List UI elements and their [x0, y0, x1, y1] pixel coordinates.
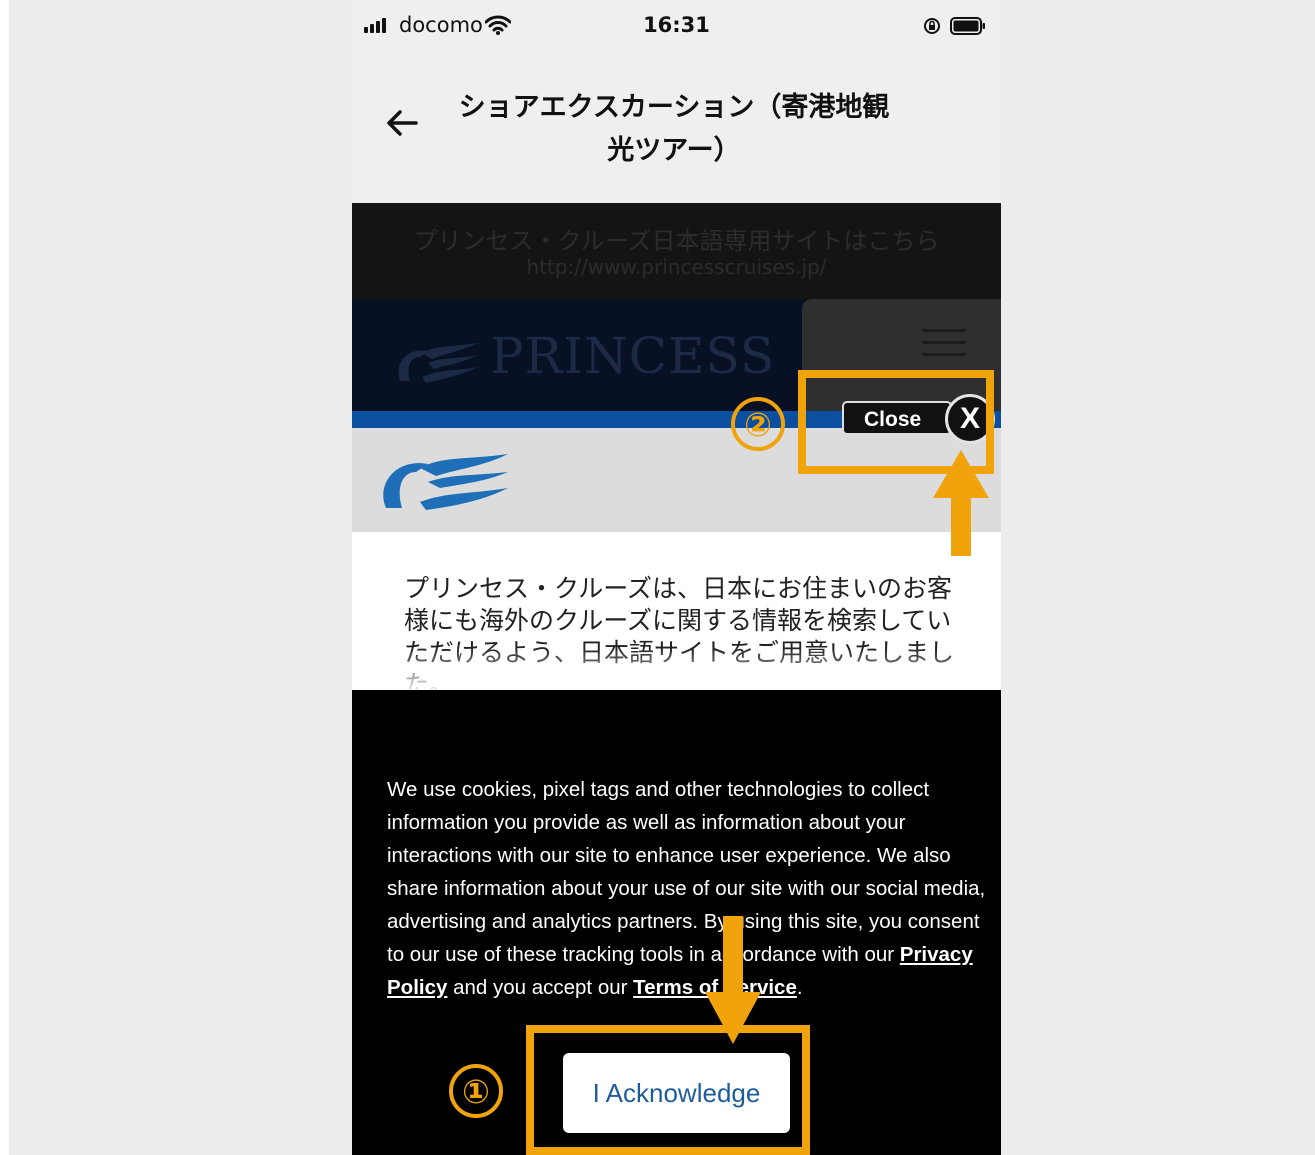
status-bar: docomo 16:31: [352, 0, 1001, 52]
japanese-site-text: プリンセス・クルーズ日本語専用サイトはこちら: [413, 227, 940, 255]
page-title-line2: 光ツアー）: [607, 135, 741, 166]
step1-highlight-box: [526, 1025, 810, 1155]
japanese-site-url[interactable]: http://www.princesscruises.jp/: [352, 255, 1001, 279]
step2-arrow-icon: [933, 450, 989, 556]
content-fade: [352, 648, 1001, 693]
hamburger-menu-icon[interactable]: [922, 329, 966, 365]
phone-screen: docomo 16:31 ショアエクスカーション（寄港地観 光ツアー） プリンセ…: [352, 0, 1001, 1155]
cookie-text-part1: We use cookies, pixel tags and other tec…: [387, 778, 986, 966]
battery-icon: [950, 17, 985, 35]
page-title-line1: ショアエクスカーション（寄港地観: [458, 92, 890, 123]
back-arrow-icon[interactable]: [384, 105, 420, 141]
rotation-lock-icon: [924, 18, 940, 34]
cookie-text-part3: .: [796, 976, 803, 999]
screenshot-background: docomo 16:31 ショアエクスカーション（寄港地観 光ツアー） プリンセ…: [9, 0, 1315, 1155]
japanese-site-banner[interactable]: プリンセス・クルーズ日本語専用サイトはこちら http://www.prince…: [352, 203, 1001, 299]
cookie-text-part2: and you accept our: [447, 976, 634, 999]
princess-brand-logo[interactable]: PRINCESS: [490, 327, 775, 385]
cookie-message: We use cookies, pixel tags and other tec…: [387, 773, 987, 1004]
status-time: 16:31: [643, 13, 710, 37]
web-content: プリンセス・クルーズ日本語専用サイトはこちら http://www.prince…: [352, 203, 1001, 1155]
princess-wave-logo-icon: [398, 343, 478, 383]
step1-number-badge: ①: [449, 1064, 503, 1118]
princess-seawitch-logo-icon: [383, 454, 508, 510]
step2-number-badge: ②: [731, 397, 785, 451]
step1-arrow-icon: [705, 916, 761, 1044]
page-title: ショアエクスカーション（寄港地観 光ツアー）: [444, 86, 904, 172]
